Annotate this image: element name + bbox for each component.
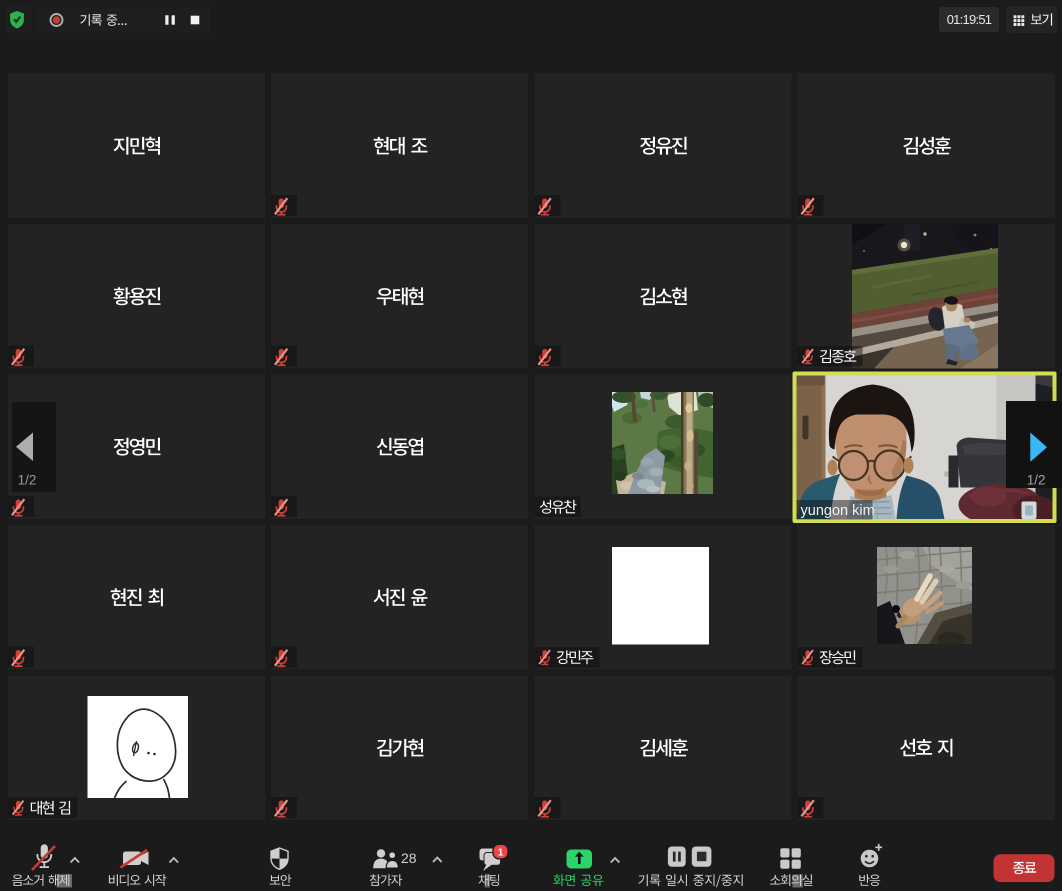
svg-text:1/2: 1/2	[1027, 473, 1046, 488]
svg-text:1/2: 1/2	[18, 473, 37, 488]
svg-text:1: 1	[498, 846, 504, 858]
svg-text:28: 28	[401, 850, 417, 866]
svg-text:yungon kim: yungon kim	[801, 503, 875, 519]
svg-text:01:19:51: 01:19:51	[947, 12, 992, 27]
